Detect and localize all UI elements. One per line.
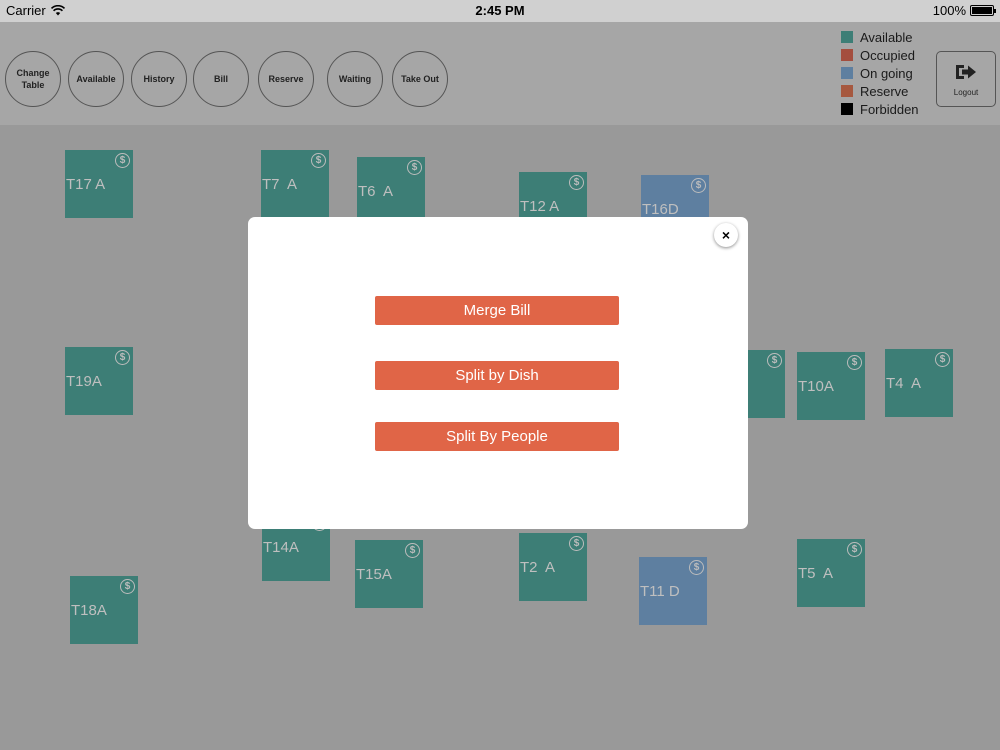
table-t19[interactable]: $ T19A: [65, 347, 133, 415]
table-label: T19A: [66, 373, 102, 390]
legend-swatch: [841, 103, 853, 115]
logout-icon: [956, 64, 976, 79]
table-label: T6 A: [358, 183, 394, 200]
table-label: T7 A: [262, 176, 298, 193]
dollar-icon: $: [847, 542, 862, 557]
table-t15[interactable]: $ T15A: [355, 540, 423, 608]
table-label: T2 A: [520, 559, 556, 576]
dollar-icon: $: [767, 353, 782, 368]
legend-label: Reserve: [860, 83, 909, 99]
history-button[interactable]: History: [131, 51, 187, 107]
legend-swatch: [841, 31, 853, 43]
table-t6[interactable]: $ T6 A: [357, 157, 425, 225]
table-t2[interactable]: $ T2 A: [519, 533, 587, 601]
bill-button[interactable]: Bill: [193, 51, 249, 107]
table-label: T4 A: [886, 375, 922, 392]
dollar-icon: $: [311, 153, 326, 168]
dollar-icon: $: [935, 352, 950, 367]
legend-label: Occupied: [860, 47, 915, 63]
split-by-dish-button[interactable]: Split by Dish: [375, 361, 619, 390]
change-table-button[interactable]: Change Table: [5, 51, 61, 107]
table-label: T12 A: [520, 198, 560, 215]
dollar-icon: $: [115, 153, 130, 168]
toolbar: Change Table Available History Bill Rese…: [0, 22, 1000, 125]
status-legend: Available Occupied On going Reserve Forb…: [841, 28, 919, 118]
battery-percent: 100%: [932, 3, 966, 18]
legend-label: Forbidden: [860, 101, 919, 117]
table-t5[interactable]: $ T5 A: [797, 539, 865, 607]
take-out-button[interactable]: Take Out: [392, 51, 448, 107]
close-icon: ×: [721, 227, 731, 243]
table-t4[interactable]: $ T4 A: [885, 349, 953, 417]
dollar-icon: $: [569, 536, 584, 551]
dollar-icon: $: [847, 355, 862, 370]
legend-label: Available: [860, 29, 913, 45]
close-dialog-button[interactable]: ×: [714, 223, 738, 247]
legend-item-reserve: Reserve: [841, 82, 919, 100]
logout-button[interactable]: Logout: [936, 51, 996, 107]
battery-info: 100%: [932, 3, 996, 18]
legend-label: On going: [860, 65, 913, 81]
available-button[interactable]: Available: [68, 51, 124, 107]
legend-swatch: [841, 49, 853, 61]
dollar-icon: $: [691, 178, 706, 193]
split-by-people-button[interactable]: Split By People: [375, 422, 619, 451]
table-label: T10A: [798, 378, 834, 395]
logout-label: Logout: [953, 87, 979, 97]
table-t18[interactable]: $ T18A: [70, 576, 138, 644]
table-t7[interactable]: $ T7 A: [261, 150, 329, 218]
table-t10[interactable]: $ T10A: [797, 352, 865, 420]
table-label: T11 D: [640, 583, 680, 600]
dollar-icon: $: [120, 579, 135, 594]
legend-item-on-going: On going: [841, 64, 919, 82]
table-label: T16D: [642, 201, 679, 218]
table-t17[interactable]: $ T17 A: [65, 150, 133, 218]
bill-options-dialog: × Merge Bill Split by Dish Split By Peop…: [248, 217, 748, 529]
battery-icon: [970, 5, 996, 16]
legend-swatch: [841, 85, 853, 97]
waiting-button[interactable]: Waiting: [327, 51, 383, 107]
table-label: T15A: [356, 566, 392, 583]
table-t11[interactable]: $ T11 D: [639, 557, 707, 625]
dollar-icon: $: [115, 350, 130, 365]
status-time: 2:45 PM: [475, 3, 525, 18]
reserve-button[interactable]: Reserve: [258, 51, 314, 107]
legend-item-available: Available: [841, 28, 919, 46]
table-label: T17 A: [66, 176, 106, 193]
table-label: T18A: [71, 602, 107, 619]
dollar-icon: $: [407, 160, 422, 175]
dollar-icon: $: [569, 175, 584, 190]
table-label: T5 A: [798, 565, 834, 582]
legend-swatch: [841, 67, 853, 79]
table-label: T14A: [263, 539, 299, 556]
legend-item-forbidden: Forbidden: [841, 100, 919, 118]
status-bar: Carrier 2:45 PM 100%: [0, 0, 1000, 22]
dollar-icon: $: [405, 543, 420, 558]
merge-bill-button[interactable]: Merge Bill: [375, 296, 619, 325]
dollar-icon: $: [689, 560, 704, 575]
legend-item-occupied: Occupied: [841, 46, 919, 64]
